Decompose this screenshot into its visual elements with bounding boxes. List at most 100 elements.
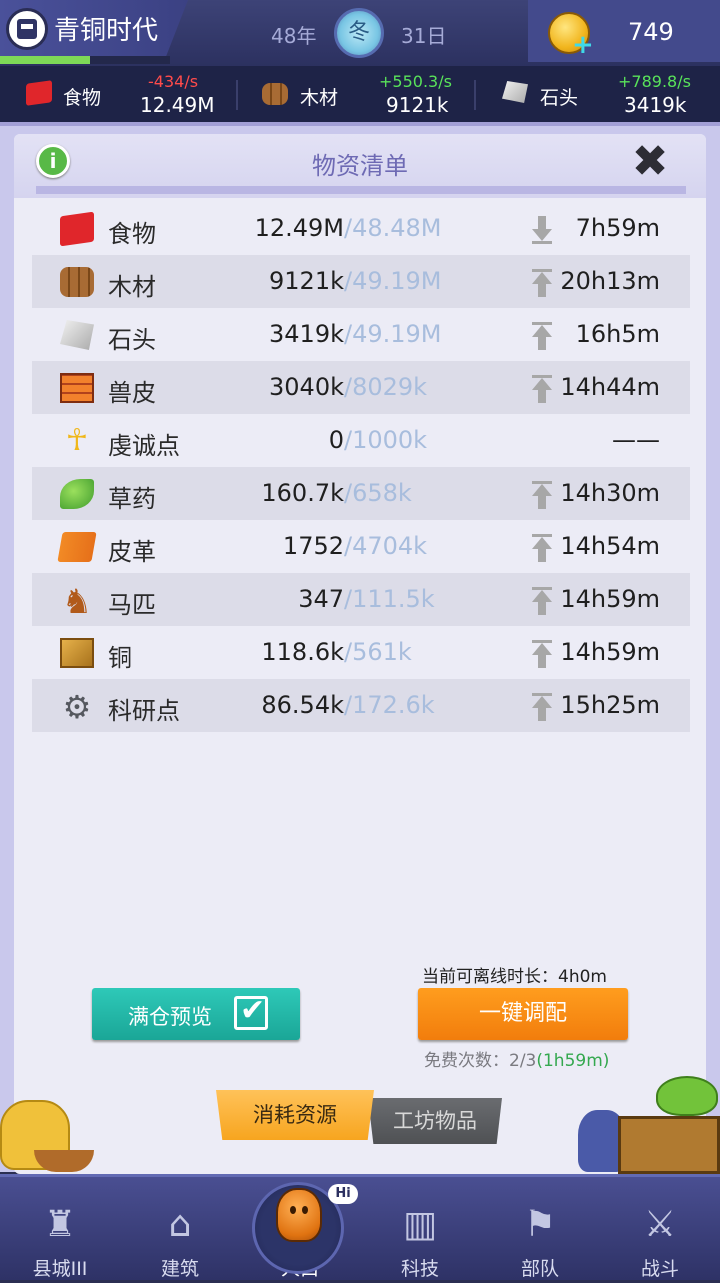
material-time: 20h13m bbox=[560, 267, 660, 295]
season-badge[interactable]: 冬 bbox=[334, 8, 384, 58]
day-label: 31日 bbox=[401, 24, 447, 48]
county-castle-icon: ♜ bbox=[43, 1204, 77, 1245]
tech-book-icon: ▥ bbox=[402, 1204, 437, 1245]
nav-item-county[interactable]: ♜ 县城III bbox=[0, 1177, 120, 1283]
material-row: 皮革 1752/4704k 14h54m bbox=[32, 520, 690, 573]
material-current: 160.7k bbox=[261, 479, 344, 507]
material-capacity: /111.5k bbox=[344, 585, 435, 613]
resource-rate: +789.8/s bbox=[618, 72, 691, 91]
material-name: 马匹 bbox=[108, 591, 156, 619]
arrow-down-icon bbox=[532, 216, 552, 244]
arrow-up-icon bbox=[532, 693, 552, 721]
material-capacity: /1000k bbox=[344, 426, 428, 454]
material-capacity: /4704k bbox=[344, 532, 428, 560]
material-time: 14h30m bbox=[560, 479, 660, 507]
arrow-up-icon bbox=[532, 481, 552, 509]
material-current: 347 bbox=[298, 585, 344, 613]
coin-count: 749 bbox=[628, 18, 674, 46]
resource-amount: 12.49M bbox=[140, 93, 215, 117]
material-time: 15h25m bbox=[560, 691, 660, 719]
resource-rate: +550.3/s bbox=[379, 72, 452, 91]
material-capacity: /8029k bbox=[344, 373, 428, 401]
material-time: 7h59m bbox=[575, 214, 660, 242]
hide-icon bbox=[60, 373, 94, 403]
material-capacity: /49.19M bbox=[344, 267, 442, 295]
tab-workshop-items[interactable]: 工坊物品 bbox=[368, 1098, 502, 1144]
nav-label: 建筑 bbox=[160, 1258, 199, 1280]
arrow-up-icon bbox=[532, 587, 552, 615]
nav-label: 科技 bbox=[400, 1258, 439, 1280]
wood-icon bbox=[262, 83, 288, 105]
leather-icon bbox=[57, 532, 97, 562]
arrow-up-icon bbox=[532, 269, 552, 297]
era-progress-fill bbox=[0, 56, 91, 64]
material-current: 0 bbox=[328, 426, 344, 454]
material-row: 木材 9121k/49.19M 20h13m bbox=[32, 255, 690, 308]
divider bbox=[236, 80, 238, 110]
resource-name: 木材 bbox=[300, 87, 339, 109]
add-coins-icon[interactable]: + bbox=[572, 30, 594, 60]
wood-icon bbox=[60, 267, 94, 297]
food-icon bbox=[26, 80, 52, 106]
material-row: ♞ 马匹 347/111.5k 14h59m bbox=[32, 573, 690, 626]
tab-consume-resources[interactable]: 消耗资源 bbox=[216, 1090, 374, 1140]
material-time: 14h44m bbox=[560, 373, 660, 401]
inventory-panel-body: i 物资清单 ✖ 食物 12.49M/48.48M 7h59m 木材 9121k/49.… bbox=[14, 134, 706, 1174]
material-time: 14h59m bbox=[560, 585, 660, 613]
resource-strip: 食物 -434/s 12.49M 木材 +550.3/s 9121k 石头 +7… bbox=[0, 66, 720, 122]
resource-name: 石头 bbox=[540, 87, 579, 109]
frog-icon bbox=[656, 1076, 718, 1116]
panel-title: 物资清单 bbox=[312, 152, 408, 180]
stone-icon bbox=[60, 320, 94, 350]
material-capacity: /658k bbox=[344, 479, 412, 507]
offline-duration-label: 当前可离线时长：4h0m bbox=[422, 967, 607, 987]
full-storage-preview-button[interactable]: 满仓预览 bbox=[92, 988, 300, 1040]
header-divider bbox=[36, 186, 686, 194]
material-name: 食物 bbox=[108, 220, 156, 248]
resource-amount: 9121k bbox=[386, 93, 449, 117]
arrow-up-icon bbox=[532, 534, 552, 562]
nav-item-troops[interactable]: ⚑ 部队 bbox=[480, 1177, 600, 1283]
material-row: 铜 118.6k/561k 14h59m bbox=[32, 626, 690, 679]
free-count-timer: (1h59m) bbox=[536, 1051, 610, 1071]
materials-table: 食物 12.49M/48.48M 7h59m 木材 9121k/49.19M 20h13m… bbox=[32, 202, 690, 732]
nav-label: 战斗 bbox=[640, 1258, 679, 1280]
material-current: 3419k bbox=[269, 320, 344, 348]
nav-item-battle[interactable]: ⚔ 战斗 bbox=[600, 1177, 720, 1283]
material-capacity: /172.6k bbox=[344, 691, 435, 719]
material-name: 石头 bbox=[108, 326, 156, 354]
crate-icon bbox=[618, 1116, 720, 1174]
divider bbox=[474, 80, 476, 110]
material-row: 草药 160.7k/658k 14h30m bbox=[32, 467, 690, 520]
ankh-icon: ☥ bbox=[65, 423, 89, 458]
free-count-text: 免费次数：2/3 bbox=[424, 1051, 537, 1071]
resource-amount: 3419k bbox=[624, 93, 687, 117]
era-title: 青铜时代 bbox=[54, 16, 159, 46]
horse-icon: ♞ bbox=[61, 582, 93, 622]
material-capacity: /561k bbox=[344, 638, 412, 666]
battle-swords-icon: ⚔ bbox=[643, 1204, 677, 1245]
material-current: 12.49M bbox=[254, 214, 344, 242]
nav-item-tech[interactable]: ▥ 科技 bbox=[360, 1177, 480, 1283]
close-icon[interactable]: ✖ bbox=[628, 140, 672, 186]
material-capacity: /48.48M bbox=[344, 214, 442, 242]
nav-item-buildings[interactable]: ⌂ 建筑 bbox=[120, 1177, 240, 1283]
material-row: ☥ 虔诚点 0/1000k —— bbox=[32, 414, 690, 467]
gear-icon: ⚙ bbox=[62, 688, 92, 726]
era-castle-icon[interactable] bbox=[6, 8, 48, 50]
one-click-allocate-button[interactable]: 一键调配 bbox=[418, 988, 628, 1040]
bottom-nav: ♜ 县城III ⌂ 建筑 人口 ▥ 科技 ⚑ 部队 ⚔ 战斗 bbox=[0, 1174, 720, 1280]
material-name: 皮革 bbox=[108, 538, 156, 566]
top-bar: 青铜时代 48年 冬 31日 + 749 bbox=[0, 0, 720, 66]
year-label: 48年 bbox=[271, 24, 317, 48]
material-time: 16h5m bbox=[575, 320, 660, 348]
population-avatar-icon[interactable] bbox=[276, 1188, 322, 1242]
inventory-panel: i 物资清单 ✖ 食物 12.49M/48.48M 7h59m 木材 9121k/49.… bbox=[0, 122, 720, 1174]
copper-icon bbox=[60, 638, 94, 668]
arrow-up-icon bbox=[532, 322, 552, 350]
material-name: 木材 bbox=[108, 273, 156, 301]
material-name: 草药 bbox=[108, 485, 156, 513]
checkbox-icon[interactable] bbox=[234, 993, 268, 1030]
material-time: 14h59m bbox=[560, 638, 660, 666]
building-house-icon: ⌂ bbox=[168, 1204, 192, 1245]
